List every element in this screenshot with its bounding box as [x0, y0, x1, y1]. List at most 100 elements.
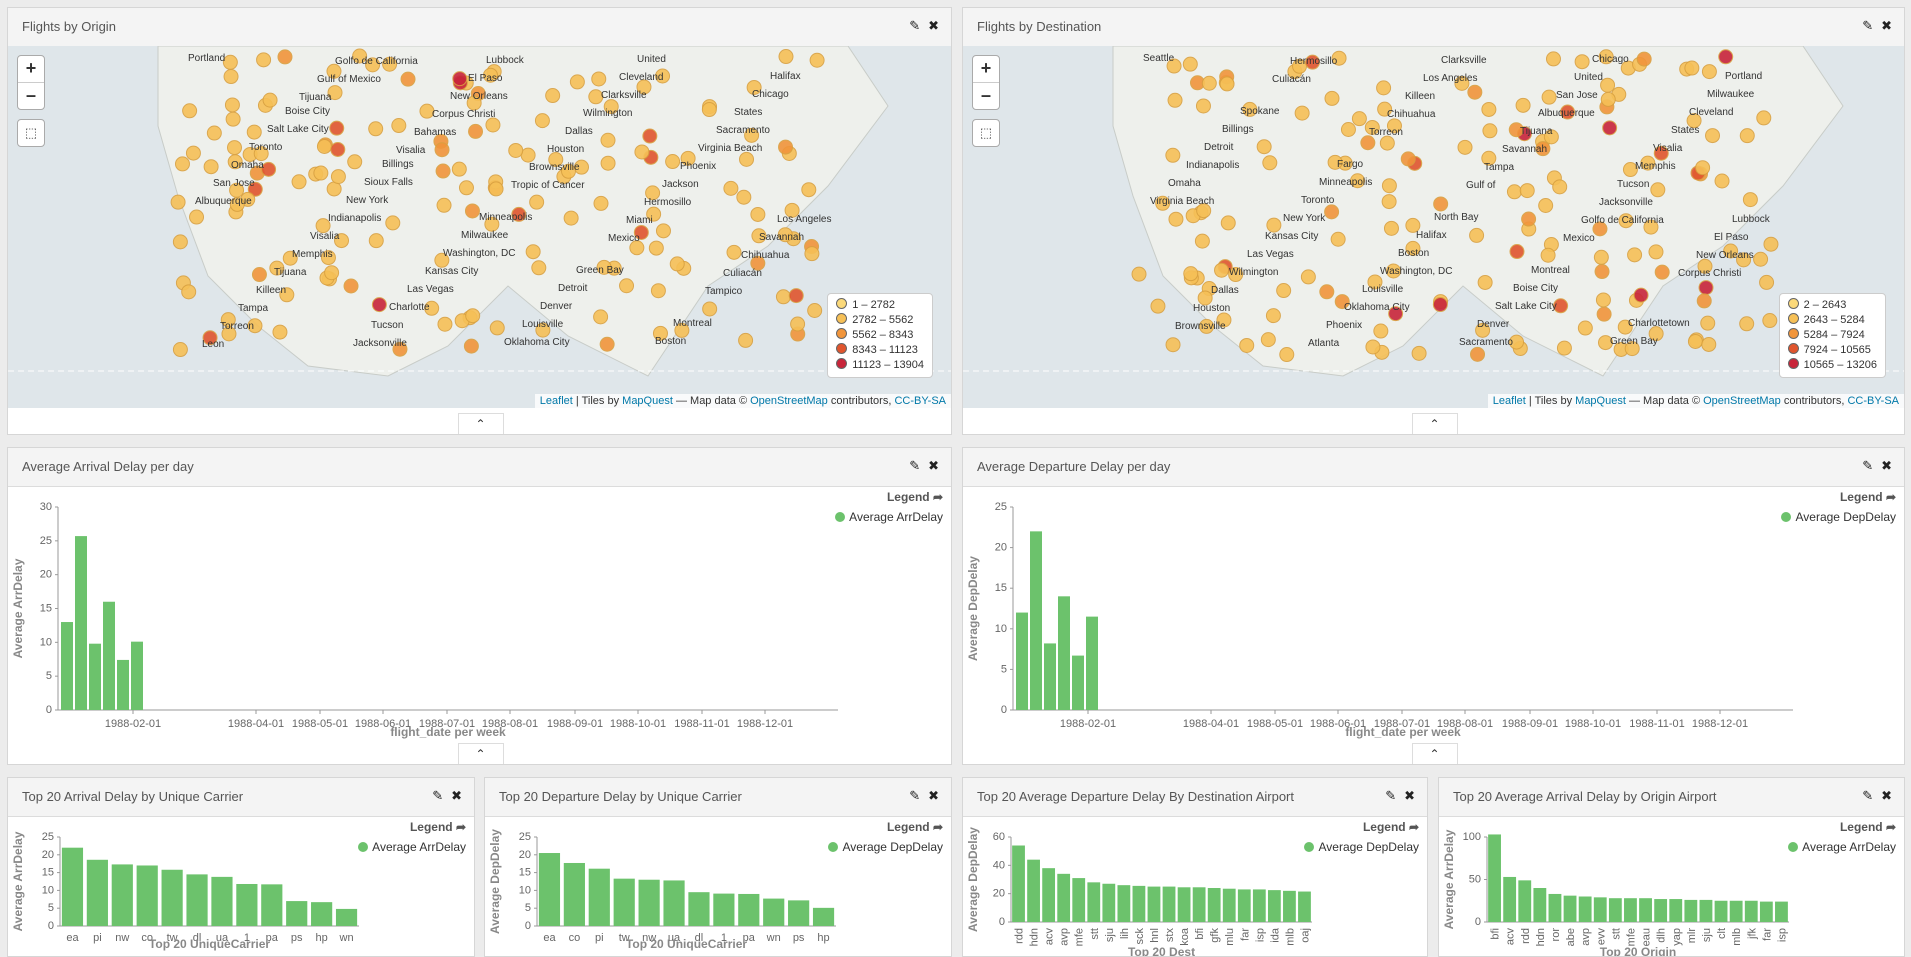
map-bubble[interactable]	[458, 180, 474, 196]
map-bubble[interactable]	[619, 278, 635, 294]
zoom-out-button[interactable]: –	[973, 82, 999, 109]
map-bubble[interactable]	[272, 324, 288, 340]
map-bubble[interactable]	[463, 338, 479, 354]
map-bubble[interactable]	[1379, 135, 1395, 151]
map-bubble[interactable]	[534, 113, 550, 129]
map-bubble[interactable]	[1167, 92, 1183, 108]
map-bubble[interactable]	[1376, 80, 1392, 96]
map-bubble[interactable]	[702, 301, 718, 317]
map-bubble[interactable]	[277, 49, 293, 65]
map-bubble[interactable]	[778, 49, 794, 65]
zoom-out-button[interactable]: –	[18, 82, 44, 109]
map-bubble[interactable]	[1742, 192, 1758, 208]
map-bubble[interactable]	[1600, 91, 1616, 107]
bar[interactable]	[812, 907, 835, 926]
map-bubble[interactable]	[642, 128, 658, 144]
map-bubble[interactable]	[1457, 139, 1473, 155]
leaflet-link[interactable]: Leaflet	[540, 395, 573, 407]
map-bubble[interactable]	[329, 120, 345, 136]
map-bubble[interactable]	[1594, 264, 1610, 280]
map-bubble[interactable]	[809, 52, 825, 68]
map-bubble[interactable]	[1182, 56, 1198, 72]
bar[interactable]	[1058, 596, 1070, 710]
map-bubble[interactable]	[223, 69, 239, 85]
bar[interactable]	[1237, 889, 1251, 922]
map-bubble[interactable]	[203, 159, 219, 175]
map-bubble[interactable]	[436, 197, 452, 213]
map-bubble[interactable]	[1351, 111, 1367, 127]
map-bubble[interactable]	[1432, 297, 1448, 313]
map-bubble[interactable]	[1739, 128, 1755, 144]
bar[interactable]	[1132, 885, 1146, 922]
bar[interactable]	[61, 622, 73, 710]
map-bubble[interactable]	[634, 144, 650, 160]
map-bubble[interactable]	[1695, 160, 1711, 176]
map-bubble[interactable]	[1627, 247, 1643, 263]
map-bubble[interactable]	[1753, 251, 1769, 267]
bar[interactable]	[1192, 887, 1206, 922]
bar[interactable]	[61, 847, 84, 926]
bar[interactable]	[311, 902, 333, 926]
map-bubble[interactable]	[1239, 337, 1255, 353]
map-bubble[interactable]	[1201, 75, 1217, 91]
map-bubble[interactable]	[434, 142, 450, 158]
bar[interactable]	[1298, 891, 1311, 922]
map-bubble[interactable]	[1684, 60, 1700, 76]
map-bubble[interactable]	[1519, 183, 1535, 199]
map-bubble[interactable]	[1556, 340, 1572, 356]
map-bubble[interactable]	[1330, 231, 1346, 247]
map-bubble[interactable]	[225, 111, 241, 127]
map-bubble[interactable]	[788, 288, 804, 304]
map-bubble[interactable]	[738, 332, 754, 348]
map-bubble[interactable]	[778, 139, 794, 155]
bar[interactable]	[1503, 876, 1517, 922]
map-bubble[interactable]	[324, 265, 340, 281]
bar[interactable]	[1624, 898, 1637, 922]
map-bubble[interactable]	[468, 123, 484, 139]
map-bubble[interactable]	[1509, 244, 1525, 260]
map-bubble[interactable]	[435, 163, 451, 179]
bar[interactable]	[1699, 899, 1713, 922]
map-bubble[interactable]	[801, 182, 817, 198]
map-bubble[interactable]	[545, 88, 561, 104]
map-bubble[interactable]	[529, 194, 545, 210]
map-bubble[interactable]	[593, 195, 609, 211]
bar[interactable]	[738, 893, 760, 926]
collapse-button[interactable]: ⌃	[1411, 413, 1458, 434]
bar[interactable]	[1087, 882, 1101, 922]
map-bubble[interactable]	[1762, 313, 1778, 329]
map-bubble[interactable]	[330, 141, 346, 157]
map-bubble[interactable]	[1687, 333, 1703, 349]
map-bubble[interactable]	[185, 145, 201, 161]
bar[interactable]	[1027, 859, 1040, 922]
bar[interactable]	[1102, 883, 1116, 922]
map-bubble[interactable]	[1477, 274, 1493, 290]
mapquest-link[interactable]: MapQuest	[622, 395, 673, 407]
bar[interactable]	[563, 862, 585, 926]
collapse-button[interactable]: ⌃	[1411, 743, 1458, 764]
map-bubble[interactable]	[1324, 90, 1340, 106]
bar[interactable]	[335, 908, 358, 926]
bar[interactable]	[1563, 895, 1577, 922]
map-bubble[interactable]	[371, 297, 387, 313]
map-bubble[interactable]	[385, 215, 401, 231]
map-bubble[interactable]	[222, 54, 238, 70]
map-bubble[interactable]	[1256, 139, 1272, 155]
map-bubble[interactable]	[1714, 173, 1730, 189]
bar[interactable]	[1162, 886, 1176, 922]
map-bubble[interactable]	[1411, 345, 1427, 361]
map-bubble[interactable]	[790, 316, 806, 332]
map-bubble[interactable]	[525, 244, 541, 260]
bar[interactable]	[1030, 531, 1042, 710]
map-bubble[interactable]	[485, 117, 501, 133]
map-bubble[interactable]	[1266, 217, 1282, 233]
map-bubble[interactable]	[508, 142, 524, 158]
map-bubble[interactable]	[451, 161, 467, 177]
map-bubble[interactable]	[1262, 155, 1278, 171]
map-bubble[interactable]	[1696, 293, 1712, 309]
map-bubble[interactable]	[1538, 198, 1554, 214]
map-bubble[interactable]	[739, 151, 755, 167]
map-bubble[interactable]	[1482, 123, 1498, 139]
collapse-button[interactable]: ⌃	[457, 743, 504, 764]
map-bubble[interactable]	[1521, 211, 1537, 227]
